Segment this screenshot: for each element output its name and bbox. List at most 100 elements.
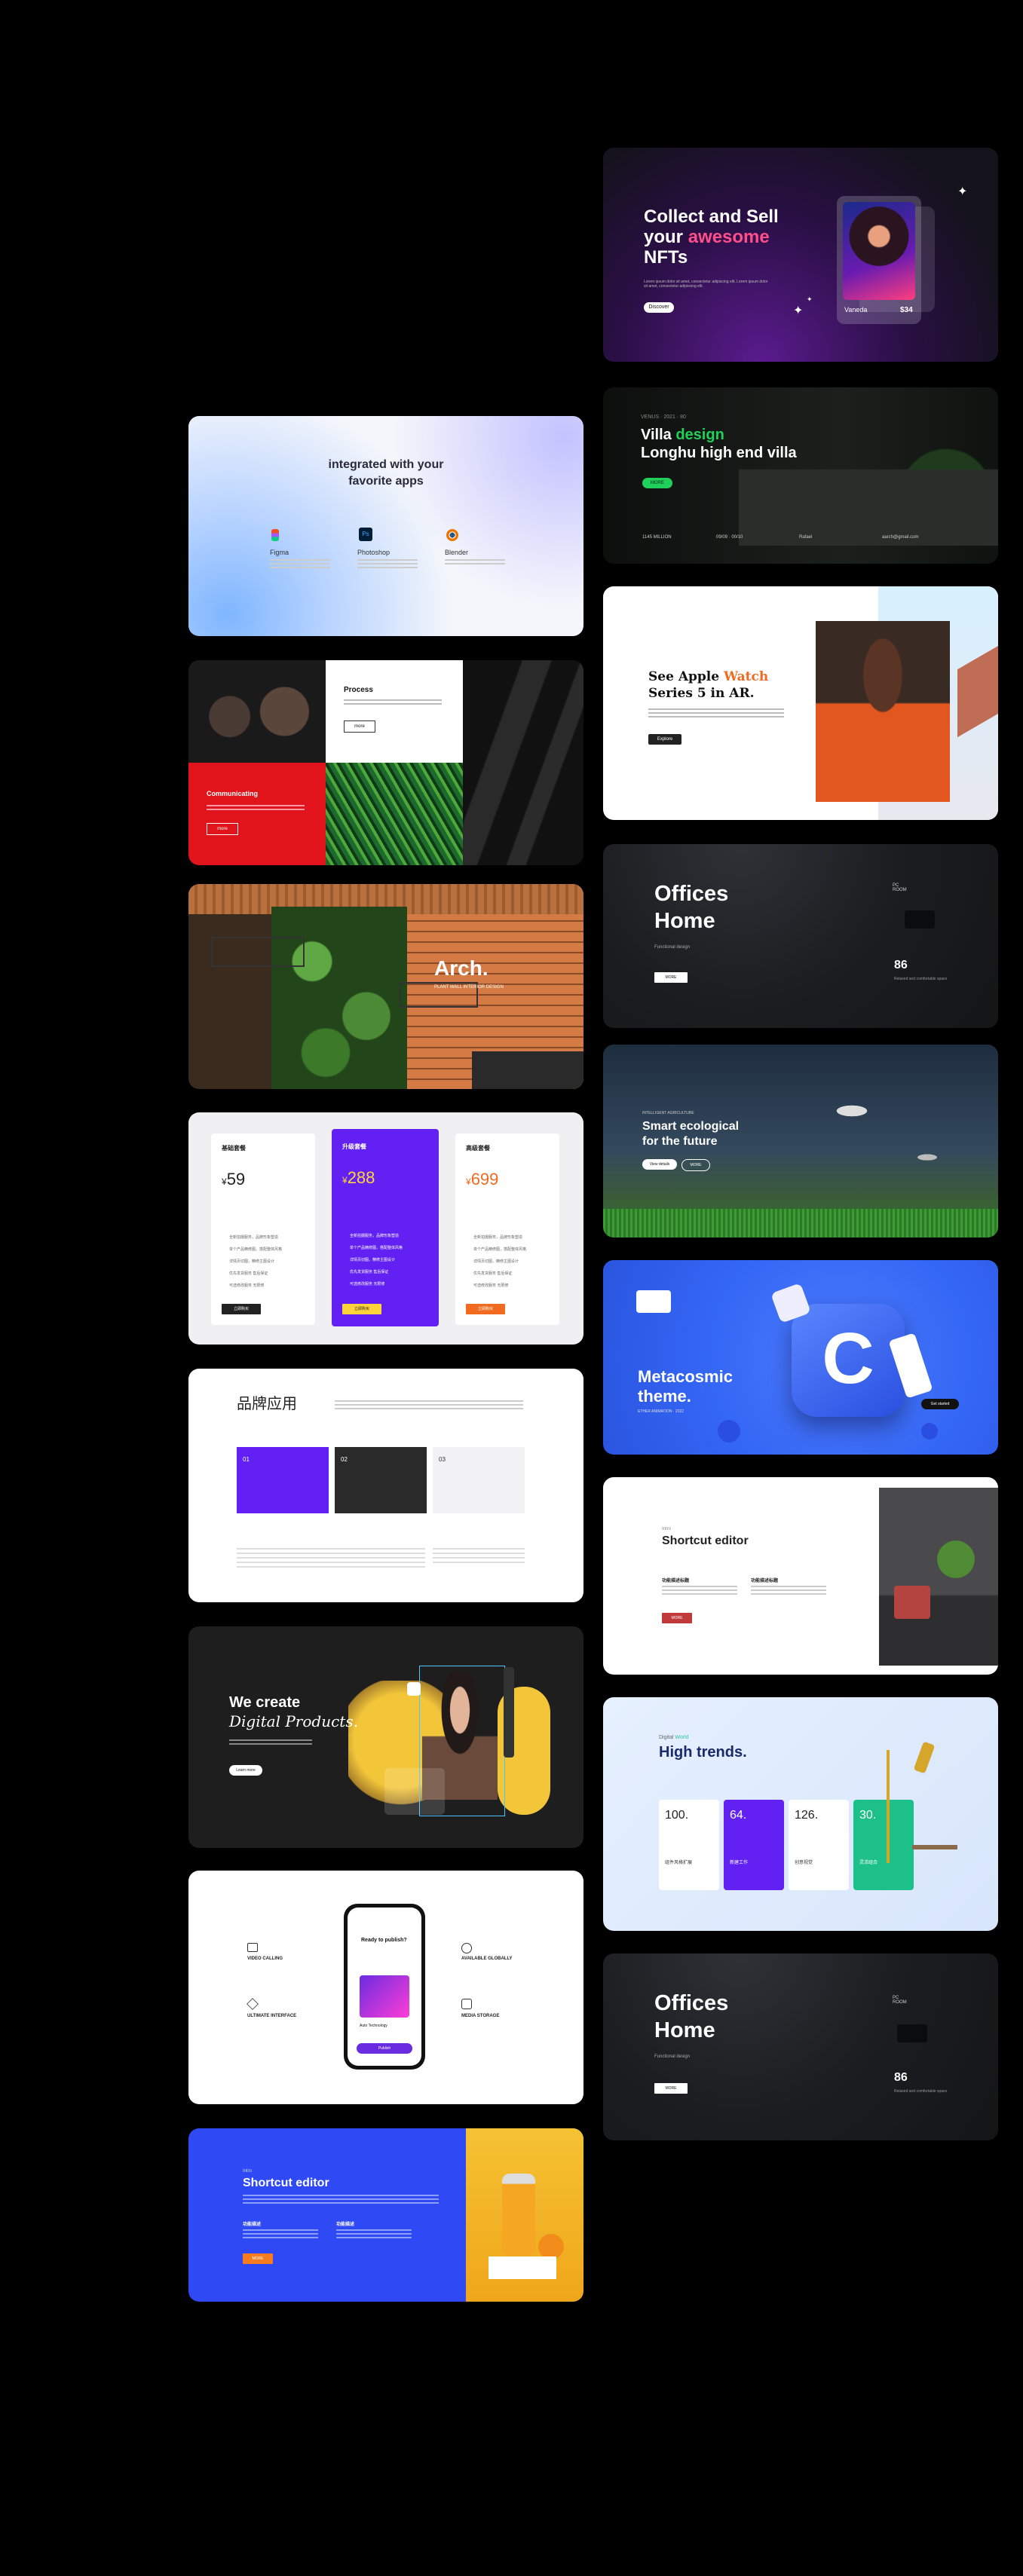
arch-card[interactable]: Arch. PLANT WALL INTERIOR DESIGN [188,884,583,1089]
brand-body-placeholder [335,1400,523,1411]
offices-more-button[interactable]: MORE [654,2083,688,2094]
orange-slice [538,2234,564,2259]
shortcut-eyebrow: Intro [662,1527,672,1531]
shortcut-feature-heading: 功能描述 [243,2223,262,2227]
shortcut-eyebrow: Intro [243,2169,253,2174]
plan-feature: 优先发货服务 售后保证 [473,1271,513,1276]
trend-label: 创意视觉 [795,1861,813,1865]
trend-card[interactable]: 64. 新建工作 [724,1800,784,1890]
red-chair [894,1586,930,1619]
plan-feature: 全新拍摄服务，品牌形象塑造 [229,1235,279,1240]
brand-footer-placeholder [433,1548,525,1565]
meta-ball [921,1423,938,1439]
trend-label: 新建工作 [730,1861,749,1865]
plan-premium: 高级套餐 ¥699 全新拍摄服务，品牌形象塑造 单个产品精修图，搭配整体风格 详… [455,1134,559,1325]
plan-buy-button[interactable]: 立即购买 [466,1304,505,1314]
shortcut-editor-card[interactable]: Intro Shortcut editor 功能描述 功能描述 MORE [188,2128,583,2302]
offices-more-button[interactable]: MORE [654,972,688,983]
phone-publish-button[interactable]: Publish [357,2043,412,2054]
publish-card[interactable]: VIDEO CALLING ULTIMATE INTERFACE AVAILAB… [188,1871,583,2104]
nft-subtitle: Lorem ipsum dolor sit amet, consectetur … [644,280,768,289]
offices-side-label: PC ROOM [893,883,907,892]
plan-price: ¥59 [222,1170,245,1189]
offices-number-caption: Relaxed and comfortable space [894,2089,948,2094]
leaf-image [326,763,463,865]
nft-discover-button[interactable]: Discover [644,302,674,313]
price-value: 699 [470,1170,499,1189]
process-title: Process [344,686,373,694]
brand-card[interactable]: 品牌应用 01 02 03 [188,1369,583,1602]
pricing-card[interactable]: 基础套餐 ¥59 全新拍摄服务，品牌形象塑造 单个产品精修图，搭配整体风格 详情… [188,1112,583,1345]
drone-title-line1: Smart ecological [642,1120,740,1133]
shortcut-room-image [879,1488,998,1666]
layers-panel [384,1768,445,1815]
trend-number: 126. [795,1809,819,1822]
drone-view-button[interactable]: View details [642,1159,677,1170]
plan-feature: 详情页切图，精修主图设计 [229,1259,275,1264]
process-card[interactable]: Process more Communicating more [188,660,583,865]
offices-title-line1: Offices [654,1991,729,2015]
trend-label: 灵活组合 [859,1861,878,1865]
price-value: 59 [226,1170,246,1189]
trends-eyebrow-b: World [675,1735,689,1740]
high-trends-card[interactable]: Digital World High trends. 100. 组件风格扩展 6… [603,1697,998,1931]
feature-title: VIDEO CALLING [247,1956,283,1961]
storage-icon [461,1999,472,2009]
plan-feature: 单个产品精修图，搭配整体风格 [229,1247,283,1252]
offices-subtitle: Functional design [654,2054,691,2059]
offices-card[interactable]: Offices Home Functional design MORE PC R… [603,844,998,1028]
plan-price: ¥699 [466,1170,498,1189]
trend-card[interactable]: 30. 灵活组合 [853,1800,914,1890]
process-dark-slab [463,660,583,865]
shortcut-title: Shortcut editor [662,1534,749,1547]
meta-get-started-chip[interactable]: Get started [921,1399,959,1409]
integrated-apps-card[interactable]: integrated with your favorite apps Figma… [188,416,583,636]
communicating-title: Communicating [207,790,259,797]
brand-title: 品牌应用 [237,1394,297,1412]
trends-title: High trends. [659,1744,747,1761]
digital-products-card[interactable]: We create Digital Products. Learn more [188,1626,583,1848]
metacosmic-card[interactable]: Metacosmic theme. ETHER ANIMATION · 2022… [603,1260,998,1455]
offices-title-line2: Home [654,2018,715,2042]
plan-buy-button[interactable]: 立即购买 [222,1304,261,1314]
villa-room-image [739,418,998,546]
drone-more-button[interactable]: MORE [681,1159,710,1171]
villa-more-button[interactable]: MORE [642,478,672,488]
trends-eyebrow: Digital World [659,1735,689,1740]
shortcut-title: Shortcut editor [243,2177,329,2189]
shortcut-feature-body [336,2229,412,2240]
shortcut-more-button[interactable]: MORE [243,2253,273,2264]
nft-art-frame: Vaneda $34 [837,196,921,324]
apple-watch-card[interactable]: See Apple Watch Series 5 in AR. Explore [603,586,998,820]
shortcut-feature-heading: 功能描述标题 [751,1579,779,1583]
shortcut-editor-card[interactable]: Intro Shortcut editor 功能描述标题 功能描述标题 MORE [603,1477,998,1675]
drone-card[interactable]: INTELLIGENT AGRICULTURE Smart ecological… [603,1045,998,1238]
phone-mockup: Ready to publish? Auto Technology Publis… [344,1904,425,2070]
currency: ¥ [222,1176,227,1187]
brand-footer-placeholder [237,1548,425,1571]
nft-card[interactable]: Collect and Sell your awesome NFTs Lorem… [603,148,998,362]
apple-explore-button[interactable]: Explore [648,734,681,745]
villa-card[interactable]: VENUS · 2021 · 80 Villa design Longhu hi… [603,387,998,564]
lamp-icon [887,1750,890,1863]
digital-learn-button[interactable]: Learn more [229,1765,262,1776]
plan-buy-button[interactable]: 立即购买 [342,1304,381,1314]
lamp-icon [913,1741,936,1774]
offices-title-line1: Offices [654,882,729,906]
drone-eyebrow: INTELLIGENT AGRICULTURE [642,1111,694,1115]
feature-title: MEDIA STORAGE [461,2014,500,2018]
trend-card[interactable]: 100. 组件风格扩展 [659,1800,719,1890]
toolbar-icon[interactable] [407,1682,421,1696]
shortcut-more-button[interactable]: MORE [662,1613,692,1623]
meta-c-glyph: C [822,1318,874,1399]
offices-card[interactable]: Offices Home Functional design MORE PC R… [603,1953,998,2140]
plan-name: 基础套餐 [222,1145,246,1152]
trend-card[interactable]: 126. 创意视觉 [789,1800,849,1890]
shortcut-feature-heading: 功能描述 [336,2223,355,2227]
process-more-button[interactable]: more [344,720,375,733]
brand-tile: 03 [433,1447,525,1513]
plan-feature: 优先发货服务 售后保证 [229,1271,268,1276]
communicating-more-button[interactable]: more [207,823,238,835]
process-portrait [188,660,326,763]
villa-eyebrow: VENUS · 2021 · 80 [641,415,686,420]
